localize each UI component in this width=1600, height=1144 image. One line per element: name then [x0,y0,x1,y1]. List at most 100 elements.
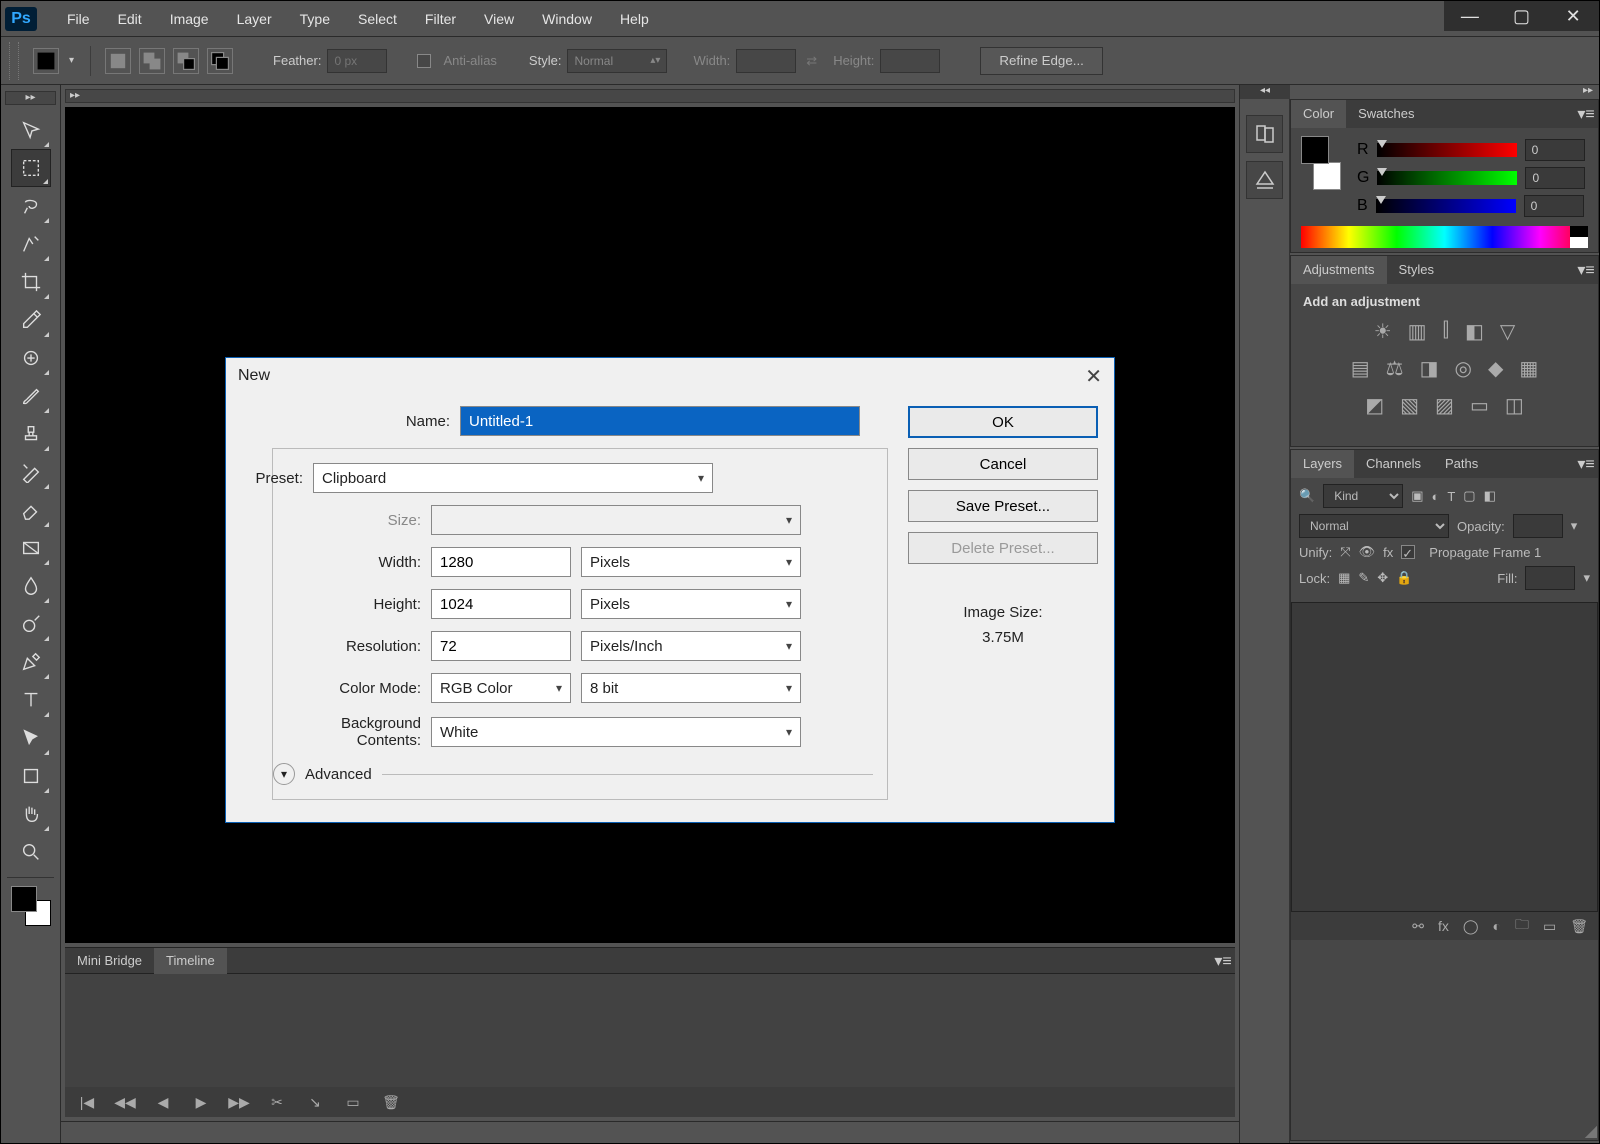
vibrance-icon[interactable]: ▽ [1500,319,1515,344]
transition-icon[interactable]: ↘ [303,1094,327,1111]
quick-select-tool[interactable] [11,225,51,263]
unify-position-icon[interactable]: ⤧ [1340,544,1350,560]
caret-down-icon[interactable]: ▾ [69,55,74,66]
refine-edge-button[interactable]: Refine Edge... [980,47,1102,75]
add-selection-icon[interactable] [139,48,165,74]
prev-icon[interactable]: ◀ [151,1094,175,1111]
b-value[interactable] [1524,195,1584,217]
menu-type[interactable]: Type [286,11,344,27]
toolbar-expand-icon[interactable]: ▸▸ [5,91,56,105]
lasso-tool[interactable] [11,187,51,225]
b-slider[interactable] [1376,199,1516,213]
height-unit-select[interactable]: Pixels▾ [581,589,801,619]
name-input[interactable] [460,406,860,436]
history-panel-icon[interactable] [1253,122,1277,146]
feather-input[interactable] [327,49,387,73]
height-input[interactable] [880,49,940,73]
layer-mask-icon[interactable]: ◯ [1463,918,1479,935]
filter-smart-icon[interactable]: ◧ [1484,488,1496,504]
subtract-selection-icon[interactable] [173,48,199,74]
layer-fx-icon[interactable]: fx [1438,918,1449,934]
unify-visibility-icon[interactable]: 👁 [1359,544,1376,560]
resize-grip-icon[interactable]: ◢ [1585,1121,1597,1141]
bg-contents-select[interactable]: White▾ [431,717,801,747]
size-select[interactable]: ▾ [431,505,801,535]
hand-tool[interactable] [11,795,51,833]
menu-file[interactable]: File [53,11,104,27]
menu-help[interactable]: Help [606,11,663,27]
blend-mode-select[interactable]: Normal [1299,514,1449,538]
height-field[interactable] [431,589,571,619]
delete-preset-button[interactable]: Delete Preset... [908,532,1098,564]
threshold-icon[interactable]: ▨ [1435,393,1454,418]
adjustments-menu-icon[interactable]: ▾≡ [1574,260,1598,280]
new-frame-icon[interactable]: ▭ [341,1094,365,1111]
posterize-icon[interactable]: ▧ [1400,393,1419,418]
opacity-dropdown-icon[interactable]: ▾ [1571,518,1578,534]
minimize-button[interactable]: — [1450,6,1490,27]
eraser-tool[interactable] [11,491,51,529]
tab-swatches[interactable]: Swatches [1346,100,1426,128]
zoom-tool[interactable] [11,833,51,871]
r-slider[interactable] [1377,143,1517,157]
ok-button[interactable]: OK [908,406,1098,438]
history-brush-tool[interactable] [11,453,51,491]
color-mode-select[interactable]: RGB Color▾ [431,673,571,703]
tab-layers[interactable]: Layers [1291,450,1354,478]
crop-tool[interactable] [11,263,51,301]
filter-pixel-icon[interactable]: ▣ [1411,488,1423,504]
trash-icon[interactable]: 🗑 [379,1094,403,1111]
menu-image[interactable]: Image [156,11,223,27]
dialog-close-icon[interactable]: ✕ [1085,364,1102,389]
width-field[interactable] [431,547,571,577]
intersect-selection-icon[interactable] [207,48,233,74]
unify-style-icon[interactable]: fx [1383,545,1393,560]
tab-mini-bridge[interactable]: Mini Bridge [65,948,154,974]
color-balance-icon[interactable]: ⚖ [1386,356,1404,381]
color-panel-menu-icon[interactable]: ▾≡ [1574,104,1598,124]
new-selection-icon[interactable] [105,48,131,74]
menu-select[interactable]: Select [344,11,411,27]
bw-icon[interactable]: ◨ [1420,356,1439,381]
opacity-input[interactable] [1513,514,1563,538]
cut-icon[interactable]: ✂ [265,1094,289,1111]
dock-collapse-right-icon[interactable]: ▸▸ [1290,85,1599,99]
fill-input[interactable] [1525,566,1575,590]
pen-tool[interactable] [11,643,51,681]
tab-paths[interactable]: Paths [1433,450,1490,478]
path-select-tool[interactable] [11,719,51,757]
swap-dims-icon[interactable]: ⇄ [806,53,817,69]
maximize-button[interactable]: ▢ [1501,6,1541,27]
tab-adjustments[interactable]: Adjustments [1291,256,1387,284]
layer-list[interactable] [1291,602,1598,912]
color-lookup-icon[interactable]: ▦ [1519,356,1538,381]
photo-filter-icon[interactable]: ◎ [1455,356,1472,381]
move-tool[interactable] [11,111,51,149]
lock-all-icon[interactable]: 🔒 [1396,570,1412,586]
delete-layer-icon[interactable]: 🗑 [1570,918,1588,935]
g-value[interactable] [1525,167,1585,189]
options-grip-icon[interactable] [9,42,19,80]
color-swatch[interactable] [1301,136,1341,190]
timeline-menu-icon[interactable]: ▾≡ [1211,951,1235,971]
eyedropper-tool[interactable] [11,301,51,339]
filter-type-icon[interactable]: T [1447,489,1455,504]
filter-shape-icon[interactable]: ▢ [1463,488,1475,504]
r-value[interactable] [1525,139,1585,161]
width-unit-select[interactable]: Pixels▾ [581,547,801,577]
tab-styles[interactable]: Styles [1387,256,1446,284]
prev-frame-icon[interactable]: ◀◀ [113,1094,137,1111]
new-group-icon[interactable]: 🗀 [1515,914,1529,938]
advanced-toggle-icon[interactable]: ▾ [273,763,295,785]
menu-edit[interactable]: Edit [104,11,156,27]
new-adjustment-icon[interactable]: ◐ [1493,918,1501,934]
curves-icon[interactable]: ⫿ [1443,319,1449,344]
doc-tab-expand-icon[interactable]: ▸▸ [65,89,1235,103]
menu-view[interactable]: View [470,11,528,27]
play-icon[interactable]: ▶ [189,1094,213,1111]
selective-color-icon[interactable]: ◫ [1505,393,1524,418]
color-swatches[interactable] [11,886,51,926]
gradient-map-icon[interactable]: ▭ [1470,393,1489,418]
tab-channels[interactable]: Channels [1354,450,1433,478]
fill-dropdown-icon[interactable]: ▾ [1583,570,1590,586]
